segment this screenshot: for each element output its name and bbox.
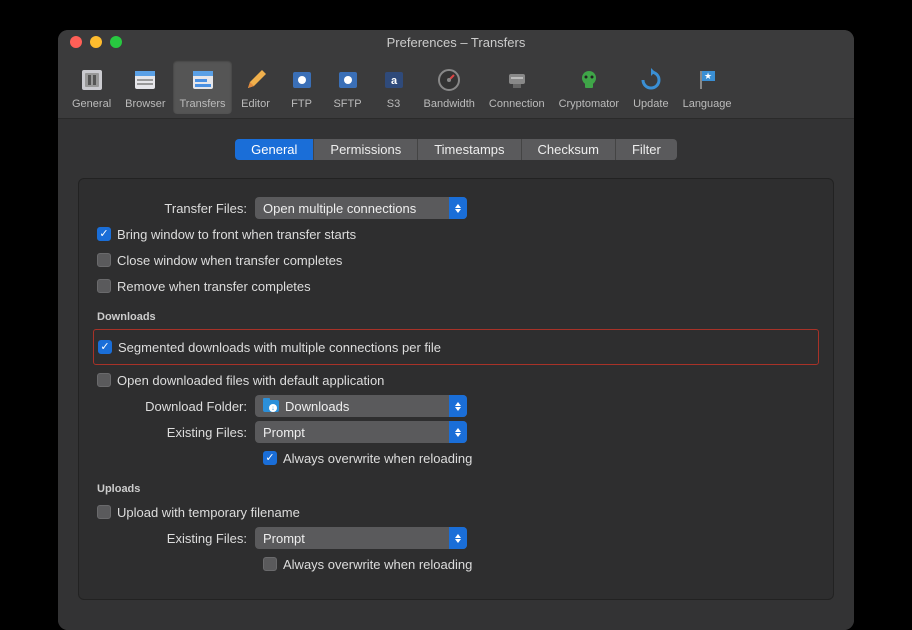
toolbar-update[interactable]: Update — [627, 60, 674, 114]
chevron-up-down-icon — [449, 421, 467, 443]
open-downloaded-label: Open downloaded files with default appli… — [117, 373, 384, 388]
upload-temp-label: Upload with temporary filename — [117, 505, 300, 520]
overwrite-reload-upload-row: Always overwrite when reloading — [263, 553, 815, 575]
toolbar-s3[interactable]: a S3 — [372, 60, 416, 114]
toolbar-transfers[interactable]: Transfers — [173, 60, 231, 114]
upload-temp-checkbox[interactable] — [97, 505, 111, 519]
chevron-up-down-icon — [449, 197, 467, 219]
open-downloaded-row: Open downloaded files with default appli… — [97, 369, 815, 391]
close-complete-label: Close window when transfer completes — [117, 253, 342, 268]
toolbar-sftp[interactable]: SFTP — [326, 60, 370, 114]
download-folder-label: Download Folder: — [97, 399, 255, 414]
transfers-icon — [187, 64, 219, 96]
toolbar-ftp[interactable]: FTP — [280, 60, 324, 114]
tab-checksum[interactable]: Checksum — [522, 139, 616, 160]
download-folder-row: Download Folder: ↓ Downloads — [97, 395, 815, 417]
bring-front-row: Bring window to front when transfer star… — [97, 223, 815, 245]
transfer-files-label: Transfer Files: — [97, 201, 255, 216]
tab-timestamps[interactable]: Timestamps — [418, 139, 521, 160]
downloads-section-title: Downloads — [97, 311, 815, 323]
bring-front-label: Bring window to front when transfer star… — [117, 227, 356, 242]
highlighted-row: Segmented downloads with multiple connec… — [93, 329, 819, 365]
segmented-row: Segmented downloads with multiple connec… — [98, 336, 814, 358]
tab-filter[interactable]: Filter — [616, 139, 677, 160]
overwrite-reload-download-label: Always overwrite when reloading — [283, 451, 472, 466]
pencil-icon — [240, 64, 272, 96]
tab-bar: General Permissions Timestamps Checksum … — [78, 139, 834, 160]
preferences-window: Preferences – Transfers General Browser … — [58, 30, 854, 630]
toolbar-bandwidth[interactable]: Bandwidth — [418, 60, 481, 114]
download-folder-select[interactable]: ↓ Downloads — [255, 395, 467, 417]
disk-icon — [286, 64, 318, 96]
existing-files-upload-label: Existing Files: — [97, 531, 255, 546]
content-area: General Permissions Timestamps Checksum … — [58, 119, 854, 630]
switch-icon — [76, 64, 108, 96]
toolbar-general[interactable]: General — [66, 60, 117, 114]
settings-panel: Transfer Files: Open multiple connection… — [78, 178, 834, 600]
remove-complete-label: Remove when transfer completes — [117, 279, 311, 294]
chevron-up-down-icon — [449, 527, 467, 549]
toolbar-editor[interactable]: Editor — [234, 60, 278, 114]
close-complete-row: Close window when transfer completes — [97, 249, 815, 271]
window-title: Preferences – Transfers — [58, 35, 854, 50]
toolbar: General Browser Transfers Editor FTP — [58, 54, 854, 119]
svg-text:a: a — [390, 75, 397, 87]
connection-icon — [501, 64, 533, 96]
overwrite-reload-download-checkbox[interactable] — [263, 451, 277, 465]
cryptomator-icon — [573, 64, 605, 96]
overwrite-reload-upload-label: Always overwrite when reloading — [283, 557, 472, 572]
bring-front-checkbox[interactable] — [97, 227, 111, 241]
refresh-icon — [635, 64, 667, 96]
overwrite-reload-download-row: Always overwrite when reloading — [263, 447, 815, 469]
tab-permissions[interactable]: Permissions — [314, 139, 418, 160]
transfer-files-row: Transfer Files: Open multiple connection… — [97, 197, 815, 219]
existing-files-download-select[interactable]: Prompt — [255, 421, 467, 443]
existing-files-download-row: Existing Files: Prompt — [97, 421, 815, 443]
browser-icon — [129, 64, 161, 96]
disk-icon — [332, 64, 364, 96]
svg-text:★: ★ — [704, 71, 712, 81]
segmented-label: Segmented downloads with multiple connec… — [118, 340, 441, 355]
remove-complete-checkbox[interactable] — [97, 279, 111, 293]
uploads-section-title: Uploads — [97, 483, 815, 495]
flag-icon: ★ — [691, 64, 723, 96]
folder-icon: ↓ — [263, 400, 279, 412]
toolbar-language[interactable]: ★ Language — [677, 60, 738, 114]
s3-icon: a — [378, 64, 410, 96]
toolbar-cryptomator[interactable]: Cryptomator — [553, 60, 626, 114]
upload-temp-row: Upload with temporary filename — [97, 501, 815, 523]
gauge-icon — [433, 64, 465, 96]
chevron-up-down-icon — [449, 395, 467, 417]
tab-general[interactable]: General — [235, 139, 314, 160]
overwrite-reload-upload-checkbox[interactable] — [263, 557, 277, 571]
existing-files-download-label: Existing Files: — [97, 425, 255, 440]
toolbar-connection[interactable]: Connection — [483, 60, 551, 114]
close-complete-checkbox[interactable] — [97, 253, 111, 267]
titlebar: Preferences – Transfers — [58, 30, 854, 54]
remove-complete-row: Remove when transfer completes — [97, 275, 815, 297]
existing-files-upload-row: Existing Files: Prompt — [97, 527, 815, 549]
transfer-files-select[interactable]: Open multiple connections — [255, 197, 467, 219]
existing-files-upload-select[interactable]: Prompt — [255, 527, 467, 549]
toolbar-browser[interactable]: Browser — [119, 60, 171, 114]
open-downloaded-checkbox[interactable] — [97, 373, 111, 387]
segmented-checkbox[interactable] — [98, 340, 112, 354]
